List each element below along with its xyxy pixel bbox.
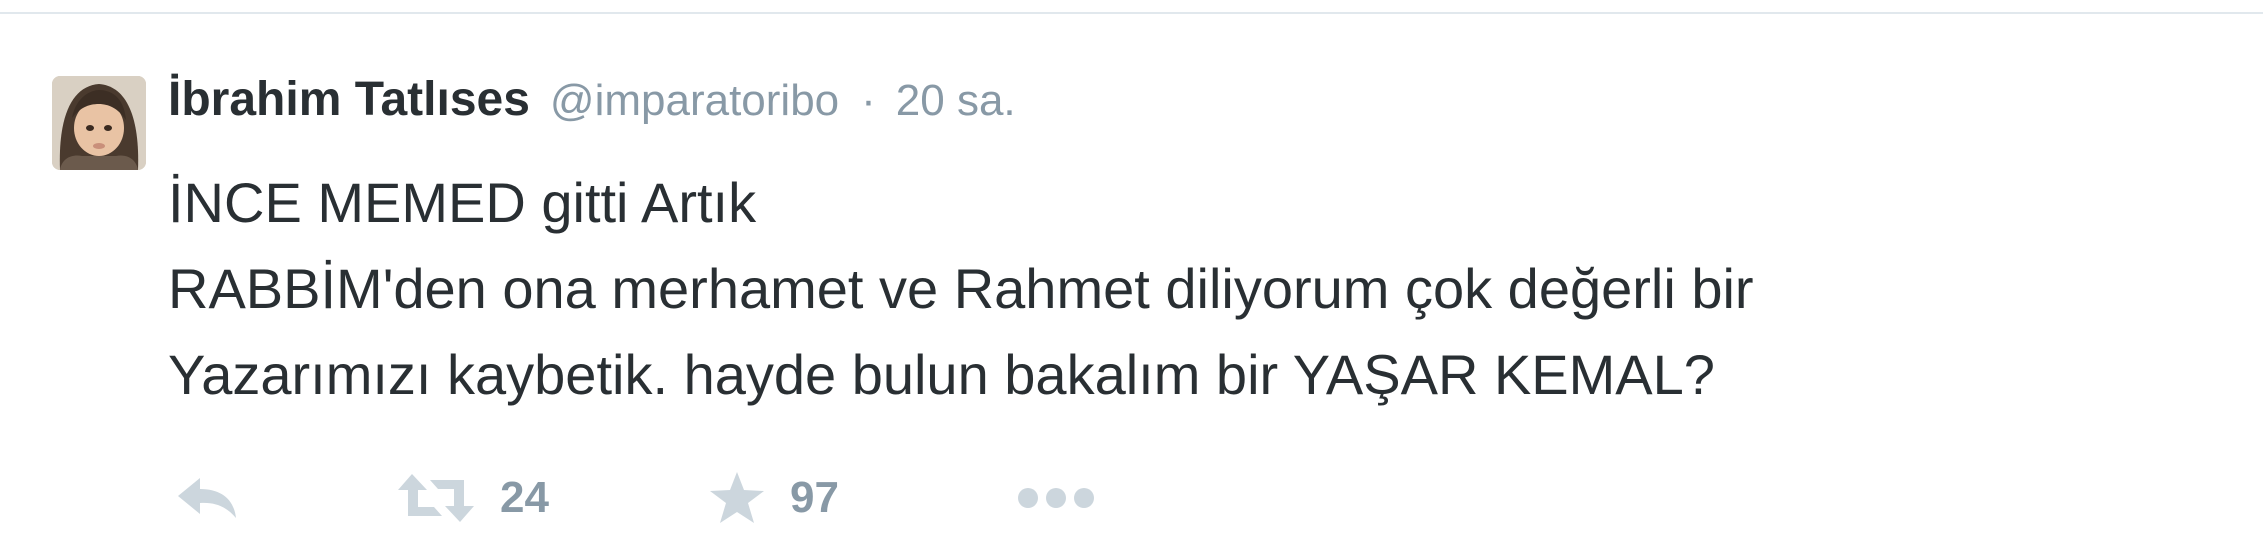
reply-icon [174, 474, 240, 522]
tweet-text-line: İNCE MEMED gitti Artık [168, 171, 757, 234]
user-handle[interactable]: @imparatoribo [550, 76, 839, 126]
retweet-count: 24 [500, 473, 549, 522]
tweet-card[interactable]: İbrahim Tatlıses @imparatoribo · 20 sa. … [0, 14, 2263, 555]
retweet-icon [396, 470, 476, 526]
avatar[interactable] [52, 76, 146, 170]
retweet-button[interactable]: 24 [396, 466, 549, 530]
avatar-image [52, 76, 146, 170]
more-button[interactable] [1016, 466, 1096, 530]
separator-dot: · [861, 76, 876, 125]
favorite-button[interactable]: 97 [708, 466, 839, 530]
tweet-text-line: Yazarımızı kaybetik. hayde bulun bakalım… [168, 343, 1715, 406]
star-icon [708, 470, 766, 526]
tweet-text-line: RABBİM'den ona merhamet ve Rahmet diliyo… [168, 257, 1754, 320]
more-dots-icon [1016, 483, 1096, 513]
favorite-count: 97 [790, 473, 839, 522]
tweet-actions: 24 97 [168, 466, 1268, 530]
reply-button[interactable] [174, 466, 240, 530]
tweet-text: İNCE MEMED gitti Artık RABBİM'den ona me… [168, 160, 2228, 418]
tweet-header: İbrahim Tatlıses @imparatoribo · 20 sa. [168, 72, 1016, 132]
tweet-timestamp[interactable]: 20 sa. [896, 76, 1016, 126]
user-fullname[interactable]: İbrahim Tatlıses [168, 72, 530, 127]
